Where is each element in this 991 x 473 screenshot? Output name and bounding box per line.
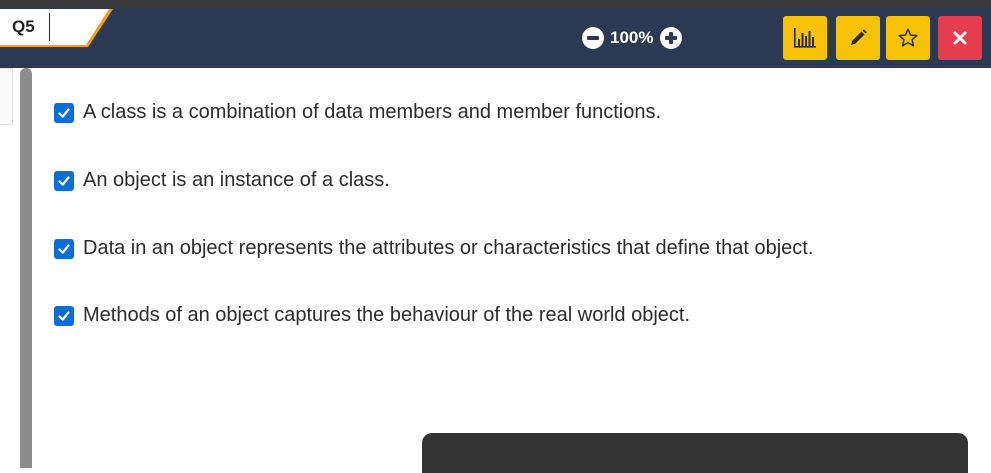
checkbox[interactable] — [54, 170, 74, 191]
panel-divider-scrollbar[interactable] — [20, 68, 32, 468]
question-tab[interactable]: Q5 — [0, 9, 120, 47]
checkmark-icon — [58, 175, 70, 186]
edit-button[interactable] — [836, 16, 880, 60]
option-text: An object is an instance of a class. — [83, 169, 390, 191]
checkbox[interactable] — [54, 305, 74, 326]
text-cursor — [49, 13, 50, 41]
close-button[interactable] — [938, 16, 982, 60]
checkmark-icon — [58, 243, 70, 254]
pencil-icon — [851, 29, 867, 45]
bottom-popup-panel — [422, 433, 968, 473]
star-outline-icon — [898, 28, 918, 47]
zoom-level: 100% — [610, 28, 654, 47]
option-text: A class is a combination of data members… — [83, 101, 662, 123]
close-icon — [953, 31, 967, 45]
bar-chart-icon — [794, 28, 816, 48]
favorite-button[interactable] — [886, 16, 930, 60]
option-item[interactable]: Data in an object represents the attribu… — [54, 237, 813, 260]
zoom-out-button[interactable] — [582, 27, 604, 49]
checkmark-icon — [58, 310, 70, 321]
option-item[interactable]: An object is an instance of a class. — [54, 169, 390, 192]
stats-button[interactable] — [783, 16, 827, 60]
question-number: Q5 — [12, 17, 35, 36]
checkbox[interactable] — [54, 238, 74, 259]
zoom-in-button[interactable] — [660, 27, 683, 49]
option-text: Methods of an object captures the behavi… — [83, 304, 691, 326]
checkmark-icon — [58, 107, 70, 118]
top-border — [0, 0, 991, 8]
checkbox[interactable] — [54, 102, 74, 123]
zoom-control: 100% — [582, 25, 683, 51]
option-text: Data in an object represents the attribu… — [83, 237, 814, 259]
minus-icon — [587, 36, 599, 40]
side-panel — [0, 68, 13, 125]
option-item[interactable]: A class is a combination of data members… — [54, 101, 661, 124]
option-item[interactable]: Methods of an object captures the behavi… — [54, 304, 690, 327]
